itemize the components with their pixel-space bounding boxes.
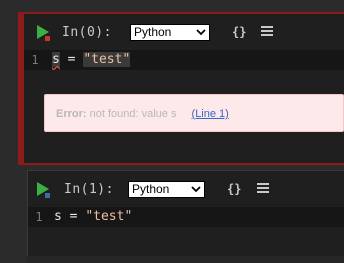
error-badge-icon [45, 36, 50, 41]
language-select[interactable]: Python [130, 24, 210, 41]
chevron-down-icon [196, 29, 206, 36]
code-string: "test" [85, 209, 133, 224]
language-select[interactable]: Python [128, 181, 205, 198]
notebook: In(0): Python {} 1 s = "test" Error: not… [0, 0, 344, 263]
cell-input-label: In(1): [64, 182, 114, 197]
code-editor[interactable]: 1 s = "test" [28, 207, 344, 227]
run-cell-button[interactable] [36, 181, 50, 198]
cell-footer-strip [27, 256, 344, 263]
code-string: "test" [83, 52, 131, 67]
run-cell-button[interactable] [36, 24, 50, 41]
error-text: not found: value s [89, 108, 177, 120]
cell-toolbar: In(0): Python {} [24, 14, 344, 44]
code-operator: = [59, 52, 84, 67]
language-select-value: Python [134, 25, 172, 39]
play-icon [37, 25, 50, 41]
code-line[interactable]: s = "test" [52, 50, 131, 70]
hamburger-menu-icon[interactable] [257, 183, 269, 194]
language-badge-icon [45, 193, 50, 198]
cell-input-label: In(0): [62, 25, 112, 40]
line-number: 1 [35, 210, 43, 224]
error-label: Error: [56, 108, 87, 120]
notebook-cell-0[interactable]: In(0): Python {} 1 s = "test" Error: not… [18, 12, 344, 165]
code-variable: s [52, 52, 60, 67]
code-editor[interactable]: 1 s = "test" [24, 50, 344, 70]
chevron-down-icon [191, 186, 201, 193]
cell-toolbar: In(1): Python {} [28, 171, 344, 201]
error-line-link[interactable]: (Line 1) [192, 108, 229, 120]
code-variable: s [54, 209, 62, 224]
line-number: 1 [31, 53, 39, 67]
language-select-value: Python [132, 182, 170, 196]
code-operator: = [61, 209, 86, 224]
hamburger-menu-icon[interactable] [261, 26, 273, 37]
code-line[interactable]: s = "test" [54, 207, 132, 227]
braces-button[interactable]: {} [232, 25, 246, 39]
error-message-box: Error: not found: value s (Line 1) [44, 94, 344, 132]
braces-button[interactable]: {} [227, 182, 241, 196]
play-icon [37, 182, 50, 198]
notebook-cell-1[interactable]: In(1): Python {} 1 s = "test" [27, 170, 344, 263]
